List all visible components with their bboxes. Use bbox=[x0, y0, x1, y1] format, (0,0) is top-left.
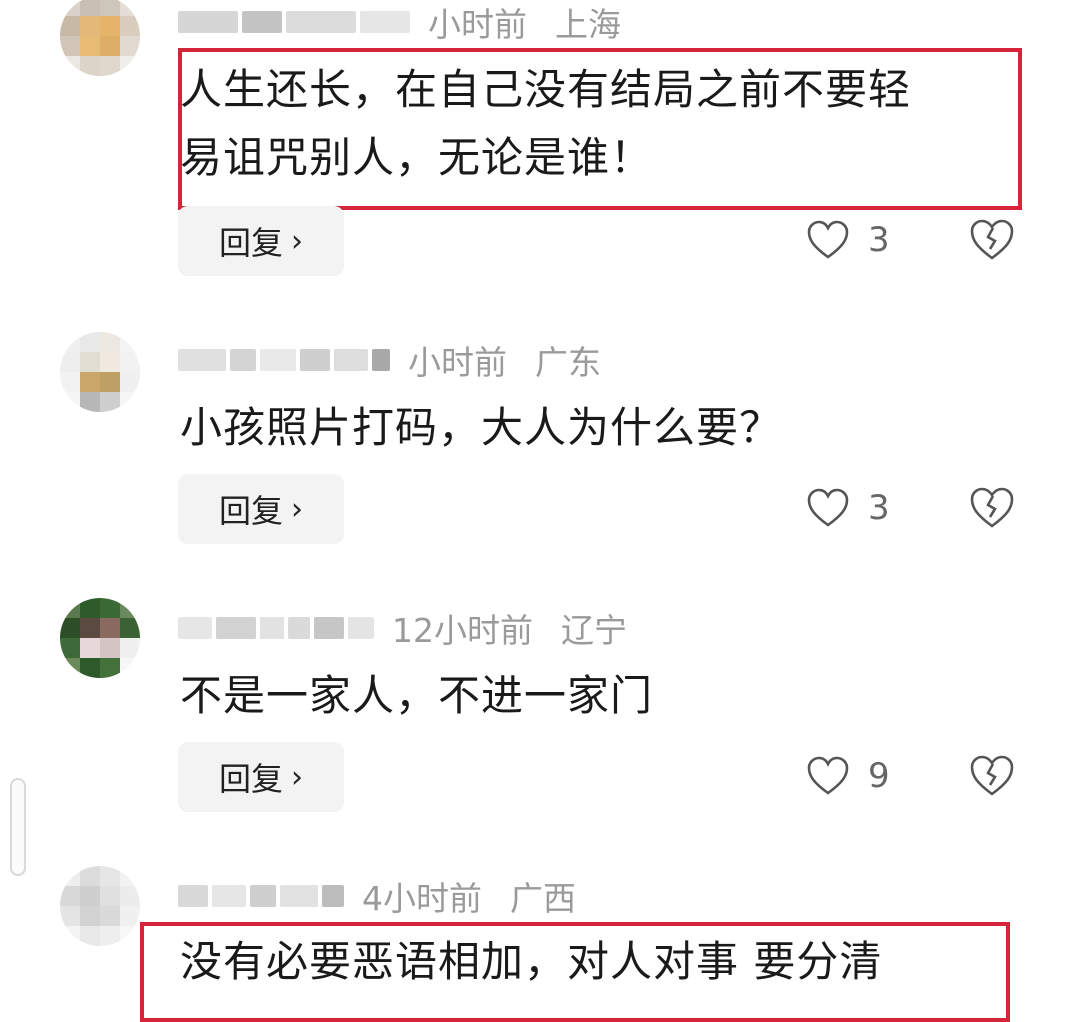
comment-text-line: 小孩照片打码，大人为什么要？ bbox=[180, 403, 783, 452]
heart-icon bbox=[807, 756, 849, 795]
reply-button[interactable]: 回复 › bbox=[178, 474, 344, 544]
comment-time: 小时前 bbox=[408, 343, 507, 382]
reply-label: 回复 bbox=[218, 760, 283, 798]
comment-text: 人生还长，在自己没有结局之前不要轻 易诅咒别人，无论是谁！ bbox=[180, 56, 911, 192]
broken-heart-icon[interactable] bbox=[968, 216, 1016, 264]
comment-text-line: 不是一家人，不进一家门 bbox=[180, 671, 654, 720]
reply-label: 回复 bbox=[218, 224, 283, 262]
reply-label: 回复 bbox=[218, 492, 283, 530]
username-blurred[interactable] bbox=[178, 617, 378, 639]
comment-text-line: 易诅咒别人，无论是谁！ bbox=[180, 133, 654, 182]
like-button[interactable]: 9 bbox=[806, 746, 890, 806]
heart-icon bbox=[807, 220, 849, 259]
avatar[interactable] bbox=[60, 0, 140, 76]
like-count: 9 bbox=[868, 756, 890, 796]
comment-location: 上海 bbox=[555, 5, 621, 44]
username-blurred[interactable] bbox=[178, 885, 348, 907]
like-count: 3 bbox=[868, 220, 890, 260]
avatar[interactable] bbox=[60, 598, 140, 678]
chevron-right-icon: › bbox=[291, 223, 303, 259]
avatar[interactable] bbox=[60, 866, 140, 946]
scroll-handle[interactable] bbox=[10, 778, 26, 876]
comment-text: 不是一家人，不进一家门 bbox=[180, 662, 653, 730]
comment-time: 小时前 bbox=[428, 5, 527, 44]
like-button[interactable]: 3 bbox=[806, 210, 890, 270]
reply-button[interactable]: 回复 › bbox=[178, 206, 344, 276]
comment-meta: 小时前 上海 bbox=[178, 2, 621, 44]
comment-text: 没有必要恶语相加，对人对事 要分清 bbox=[180, 928, 882, 996]
comment-text: 小孩照片打码，大人为什么要？ bbox=[180, 394, 782, 462]
username-blurred[interactable] bbox=[178, 11, 414, 33]
avatar[interactable] bbox=[60, 332, 140, 412]
broken-heart-icon[interactable] bbox=[968, 752, 1016, 800]
username-blurred[interactable] bbox=[178, 349, 394, 371]
like-button[interactable]: 3 bbox=[806, 478, 890, 538]
comment-location: 辽宁 bbox=[561, 611, 627, 650]
comment-text-line: 人生还长，在自己没有结局之前不要轻 bbox=[180, 65, 912, 114]
chevron-right-icon: › bbox=[291, 759, 303, 795]
comment-meta: 4小时前 广西 bbox=[178, 876, 576, 918]
like-count: 3 bbox=[868, 488, 890, 528]
broken-heart-icon[interactable] bbox=[968, 484, 1016, 532]
reply-button[interactable]: 回复 › bbox=[178, 742, 344, 812]
comment-meta: 小时前 广东 bbox=[178, 340, 601, 382]
comment-meta: 12小时前 辽宁 bbox=[178, 608, 627, 650]
comment-time: 4小时前 bbox=[362, 879, 482, 918]
comment-location: 广东 bbox=[535, 343, 601, 382]
comment-text-line: 没有必要恶语相加，对人对事 要分清 bbox=[180, 937, 883, 986]
chevron-right-icon: › bbox=[291, 491, 303, 527]
comment-time: 12小时前 bbox=[392, 611, 533, 650]
comment-location: 广西 bbox=[510, 879, 576, 918]
heart-icon bbox=[807, 488, 849, 527]
